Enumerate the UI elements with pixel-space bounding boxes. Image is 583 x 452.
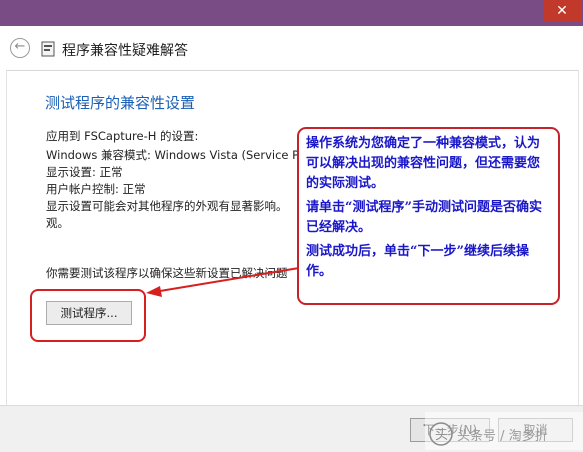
callout-paragraph-1: 操作系统为您确定了一种兼容模式，认为可以解决出现的兼容性问题，但还需要您的实际测… [306,136,541,191]
setting-applies-to: 应用到 FSCapture-H 的设置: [46,129,199,143]
callout-paragraph-2: 请单击“测试程序”手动测试问题是否确实已经解决。 [306,200,542,235]
setting-warning: 显示设置可能会对其他程序的外观有显著影响。 [46,199,288,213]
arrow-left-icon: ← [14,39,26,54]
setting-warning-cont: 观。 [46,216,69,230]
close-button[interactable]: ✕ [543,0,581,22]
watermark-logo: 头 头条号 / 淘多折 [425,412,583,450]
setting-display: 显示设置: 正常 [46,165,123,179]
callout-paragraph-3: 测试成功后，单击“下一步”继续后续操作。 [306,244,529,279]
svg-text:头: 头 [435,428,448,443]
test-prompt: 你需要测试该程序以确保这些新设置已解决问题 [46,266,288,280]
window-title: 程序兼容性疑难解答 [62,43,188,59]
setting-compat-mode: Windows 兼容模式: Windows Vista (Service Pac… [46,148,319,162]
close-icon: ✕ [556,3,568,19]
annotation-callout: 操作系统为您确定了一种兼容模式，认为可以解决出现的兼容性问题，但还需要您的实际测… [297,127,560,305]
setting-uac: 用户帐户控制: 正常 [46,182,146,196]
back-button[interactable]: ← [10,38,30,58]
nav-bar: ← 程序兼容性疑难解答 [0,26,583,70]
title-bar: ✕ [0,0,583,26]
page-heading: 测试程序的兼容性设置 [45,94,196,112]
troubleshooter-app-icon [41,41,55,57]
watermark-text: 头条号 / 淘多折 [457,428,548,444]
test-program-button[interactable]: 测试程序... [46,301,132,325]
